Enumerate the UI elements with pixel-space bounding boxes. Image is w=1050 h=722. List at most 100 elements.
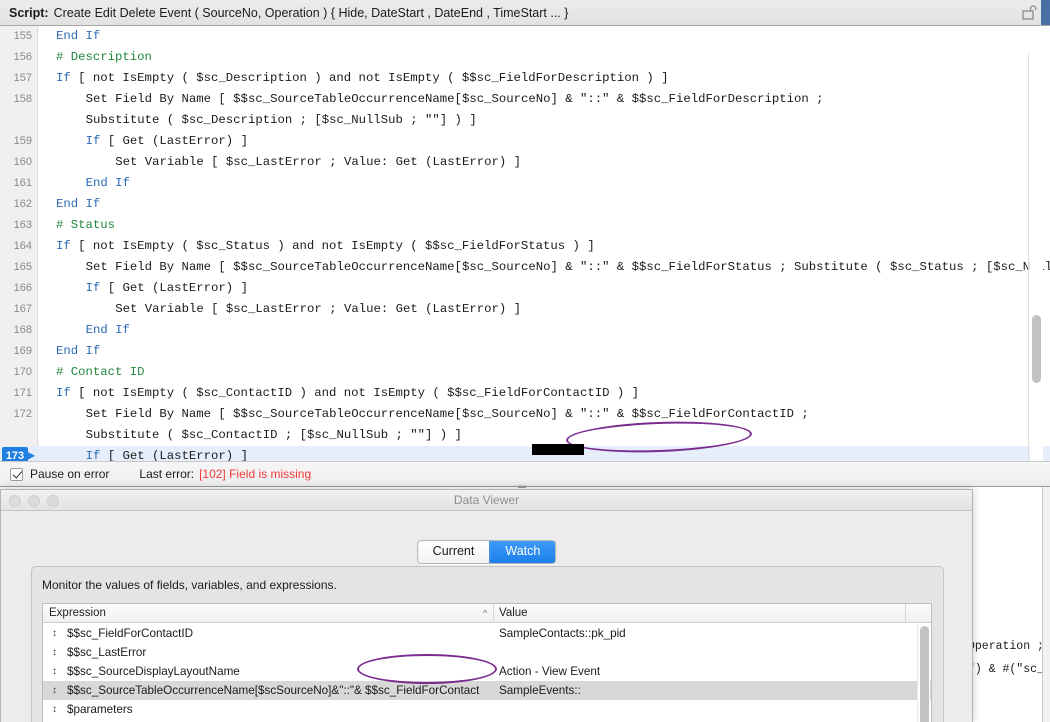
tab-current[interactable]: Current	[417, 541, 490, 563]
code-line[interactable]: 171 If [ not IsEmpty ( $sc_ContactID ) an…	[0, 383, 1050, 404]
drag-handle-icon[interactable]: ↕	[52, 681, 57, 700]
data-viewer-title: Data Viewer	[453, 493, 520, 507]
watch-table-header: Expression ^ Value	[43, 604, 931, 623]
code-line[interactable]: 168 End If	[0, 320, 1050, 341]
watch-table-scrollbar[interactable]	[917, 624, 930, 722]
tab-watch[interactable]: Watch	[489, 541, 556, 563]
data-viewer-body: Current Watch Monitor the values of field…	[1, 511, 972, 722]
value-cell: SampleContacts::pk_pid	[499, 627, 626, 640]
line-number: 164	[13, 240, 32, 252]
last-error-label: Last error:	[139, 467, 195, 481]
code-line[interactable]: 157 If [ not IsEmpty ( $sc_Description ) …	[0, 68, 1050, 89]
pause-on-error-checkbox[interactable]	[10, 467, 23, 481]
code-line[interactable]: Substitute ( $sc_ContactID ; [$sc_NullSu…	[0, 425, 1050, 446]
line-number: 170	[13, 366, 32, 378]
column-divider[interactable]	[493, 604, 494, 623]
table-row[interactable]: ↕ $$sc_SourceTableOccurrenceName[$scSourc…	[43, 681, 931, 700]
code-line[interactable]: 172 Set Field By Name [ $$sc_SourceTableO…	[0, 404, 1050, 425]
code-line[interactable]: 158 Set Field By Name [ $$sc_SourceTableO…	[0, 89, 1050, 110]
code-line-text: Set Field By Name [ $$sc_SourceTableOccu…	[85, 92, 824, 106]
line-number: 173	[2, 447, 28, 461]
code-line[interactable]: 160 Set Variable [ $sc_LastError ; Value:…	[0, 152, 1050, 173]
table-row[interactable]: ↕ $$sc_SourceDisplayLayoutName Action - Vi…	[43, 662, 931, 681]
table-row[interactable]: ↕ $$sc_FieldForContactID SampleContacts::p…	[43, 624, 931, 643]
script-code-pane[interactable]: 155 End If 156 # Description 157 If [ not IsE…	[0, 26, 1050, 461]
drag-handle-icon[interactable]: ↕	[52, 700, 57, 719]
line-number: 169	[13, 345, 32, 357]
code-line-text: Set Field By Name [ $$sc_SourceTableOccu…	[85, 407, 809, 421]
background-script-line-2: ") & #("sc_E	[968, 663, 1050, 676]
code-line-text: Set Field By Name [ $$sc_SourceTableOccu…	[85, 260, 1050, 274]
watch-table[interactable]: Expression ^ Value ↕ $$sc_FieldForContact…	[42, 603, 932, 722]
table-row[interactable]: ↕ $parameters	[43, 700, 931, 719]
drag-handle-icon[interactable]: ↕	[52, 624, 57, 643]
line-number: 168	[13, 324, 32, 336]
code-line-text: If [ not IsEmpty ( $sc_Description ) and…	[56, 71, 669, 85]
code-line[interactable]: 163 # Status	[0, 215, 1050, 236]
code-line-text: End If	[56, 29, 101, 43]
resize-grip[interactable]: ▬	[518, 482, 526, 490]
unlocked-padlock-icon[interactable]	[1020, 4, 1040, 22]
code-line-text: If [ not IsEmpty ( $sc_Status ) and not …	[56, 239, 595, 253]
line-number: 159	[13, 135, 32, 147]
column-divider-right[interactable]	[905, 604, 906, 623]
expression-cell: $$sc_SourceDisplayLayoutName	[67, 665, 240, 678]
code-line-text: Set Variable [ $sc_LastError ; Value: Ge…	[115, 302, 522, 316]
data-viewer-tabs[interactable]: Current Watch	[416, 540, 557, 564]
code-line[interactable]: 173 ▶ If [ Get (LastError) ]	[0, 446, 1050, 461]
current-line-arrow-icon: ▶	[28, 449, 36, 461]
code-line[interactable]: 170 # Contact ID	[0, 362, 1050, 383]
column-header-value[interactable]: Value	[499, 604, 528, 623]
line-number: 167	[13, 303, 32, 315]
data-viewer-titlebar[interactable]: Data Viewer	[1, 490, 972, 511]
code-line-text: If [ not IsEmpty ( $sc_ContactID ) and n…	[56, 386, 639, 400]
code-line-text: # Contact ID	[56, 365, 145, 379]
code-line[interactable]: 155 End If	[0, 26, 1050, 47]
line-number: 157	[13, 72, 32, 84]
code-line[interactable]: 161 End If	[0, 173, 1050, 194]
code-line-text: # Status	[56, 218, 116, 232]
code-pane-divider	[1028, 53, 1029, 461]
code-vertical-scrollbar[interactable]	[1030, 53, 1043, 461]
code-line[interactable]: 166 If [ Get (LastError) ]	[0, 278, 1050, 299]
drag-handle-icon[interactable]: ↕	[52, 662, 57, 681]
code-line[interactable]: 169 End If	[0, 341, 1050, 362]
background-window-edge	[1042, 470, 1050, 722]
expression-cell: $$sc_SourceTableOccurrenceName[$scSource…	[67, 684, 480, 697]
scrollbar-thumb[interactable]	[1032, 315, 1041, 383]
line-number: 172	[13, 408, 32, 420]
value-cell: SampleEvents::	[499, 684, 581, 697]
code-line-text: If [ Get (LastError) ]	[85, 281, 248, 295]
expression-cell: $$sc_FieldForContactID	[67, 627, 194, 640]
data-viewer-panel: Monitor the values of fields, variables,…	[31, 566, 944, 722]
code-line-text: Set Variable [ $sc_LastError ; Value: Ge…	[115, 155, 522, 169]
background-script-line-1: Operation ;	[968, 640, 1044, 653]
header-right-accent	[1041, 0, 1050, 25]
code-line-text: Substitute ( $sc_Description ; [$sc_Null…	[85, 113, 477, 127]
code-line[interactable]: 156 # Description	[0, 47, 1050, 68]
screen-root: Operation ; ") & #("sc_E Script: Create …	[0, 0, 1050, 722]
script-header: Script: Create Edit Delete Event ( Sourc…	[0, 0, 1050, 26]
value-cell: Action - View Event	[499, 665, 601, 678]
expression-cell: $parameters	[67, 703, 133, 716]
code-line-text: Substitute ( $sc_ContactID ; [$sc_NullSu…	[85, 428, 462, 442]
code-line[interactable]: 165 Set Field By Name [ $$sc_SourceTableO…	[0, 257, 1050, 278]
drag-handle-icon[interactable]: ↕	[52, 643, 57, 662]
sort-ascending-icon[interactable]: ^	[483, 609, 487, 618]
line-number: 162	[13, 198, 32, 210]
watch-rows-list: ↕ $$sc_FieldForContactID SampleContacts::p…	[43, 624, 931, 722]
code-line[interactable]: Substitute ( $sc_Description ; [$sc_Null…	[0, 110, 1050, 131]
code-line[interactable]: 159 If [ Get (LastError) ]	[0, 131, 1050, 152]
expression-cell: $$sc_LastError	[67, 646, 147, 659]
code-line[interactable]: 167 Set Variable [ $sc_LastError ; Value:…	[0, 299, 1050, 320]
line-number: 156	[13, 51, 32, 63]
watch-scrollbar-thumb[interactable]	[920, 626, 929, 722]
script-debugger-window: Script: Create Edit Delete Event ( Sourc…	[0, 0, 1050, 487]
code-line[interactable]: 162 End If	[0, 194, 1050, 215]
data-viewer-hint: Monitor the values of fields, variables,…	[42, 578, 337, 592]
table-row[interactable]: ↕ $$sc_LastError	[43, 643, 931, 662]
code-line[interactable]: 164 If [ not IsEmpty ( $sc_Status ) and n…	[0, 236, 1050, 257]
column-header-expression[interactable]: Expression	[49, 604, 106, 623]
line-number: 160	[13, 156, 32, 168]
code-line-text: End If	[85, 176, 130, 190]
